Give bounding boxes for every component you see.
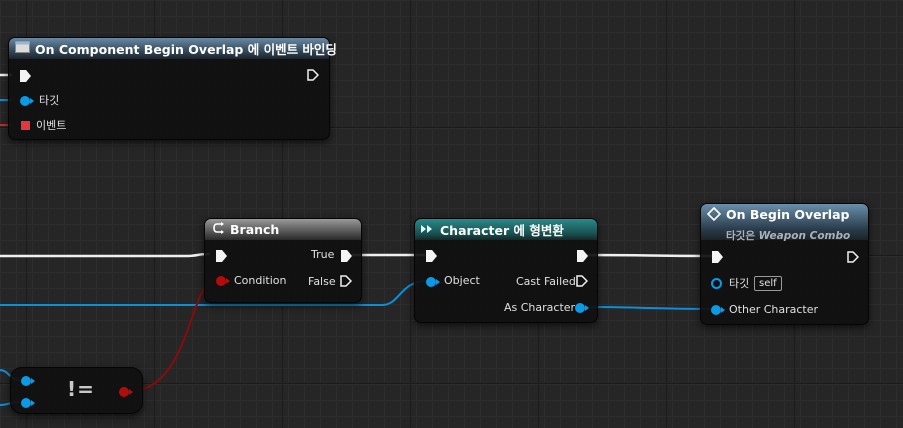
ne-output-pin[interactable] [119, 387, 133, 397]
bool-wire-condition[interactable] [129, 279, 216, 392]
exec-wire-cast-to-overlap[interactable] [585, 253, 713, 258]
target-pin[interactable] [20, 96, 34, 106]
condition-pin[interactable] [216, 276, 230, 286]
cast-exec-out-pin[interactable] [577, 250, 588, 262]
true-label: True [311, 248, 335, 261]
event-diamond-icon [706, 206, 722, 224]
exec-in-pin[interactable] [20, 70, 31, 82]
as-character-pin[interactable] [575, 303, 589, 313]
branch-icon [211, 222, 225, 237]
bind-event-header[interactable]: On Component Begin Overlap 에 이벤트 바인딩 [9, 38, 337, 59]
false-label: False [308, 275, 336, 288]
exec-out-pin[interactable] [307, 69, 319, 81]
event-label: 이벤트 [36, 119, 67, 132]
target-label: 타깃 [39, 94, 60, 107]
other-character-pin[interactable] [711, 305, 725, 315]
overlap-exec-in-pin[interactable] [712, 251, 723, 263]
event-delegate-pin[interactable] [21, 121, 30, 130]
branch-exec-in-pin[interactable] [216, 250, 227, 262]
cast-exec-in-pin[interactable] [426, 250, 437, 262]
exec-wire-branch-in[interactable] [0, 252, 211, 258]
overlap-exec-out-pin[interactable] [847, 251, 859, 263]
subtitle-prefix: 타깃은 [726, 230, 755, 242]
branch-title: Branch [230, 222, 280, 237]
object-pin[interactable] [426, 277, 440, 287]
cast-node[interactable]: Character 에 형변환 Object Cast Failed As Ch… [414, 218, 598, 323]
subtitle-target: Weapon Combo [758, 230, 851, 242]
object-label: Object [444, 274, 480, 287]
true-exec-pin[interactable] [341, 250, 352, 262]
bind-event-node[interactable]: On Component Begin Overlap 에 이벤트 바인딩 타깃 … [8, 37, 337, 140]
on-begin-overlap-node[interactable]: On Begin Overlap 타깃은 Weapon Combo 타깃 sel… [700, 203, 869, 325]
as-character-label: As Character [504, 301, 576, 314]
overlap-title: On Begin Overlap [726, 207, 850, 222]
not-equal-symbol: != [67, 377, 95, 401]
cast-header[interactable]: Character 에 형변환 [415, 219, 597, 240]
condition-label: Condition [234, 274, 287, 287]
branch-header[interactable]: Branch [205, 219, 361, 240]
cast-title: Character 에 형변환 [440, 223, 564, 238]
ne-input-b-pin[interactable] [21, 398, 35, 408]
overlap-subtitle: 타깃은 Weapon Combo [726, 228, 850, 243]
object-wire-as-character[interactable] [585, 306, 713, 310]
cast-failed-label: Cast Failed [516, 275, 576, 288]
bind-event-title: On Component Begin Overlap 에 이벤트 바인딩 [35, 42, 337, 57]
overlap-header[interactable]: On Begin Overlap 타깃은 Weapon Combo [701, 204, 868, 243]
overlap-target-pin[interactable] [711, 278, 722, 289]
function-icon [15, 41, 30, 56]
overlap-target-label: 타깃 [729, 277, 750, 290]
false-exec-pin[interactable] [340, 275, 352, 287]
other-character-label: Other Character [729, 303, 819, 316]
not-equal-node[interactable]: != [10, 367, 143, 414]
cast-failed-exec-pin[interactable] [576, 275, 588, 287]
self-value[interactable]: self [754, 276, 782, 291]
ne-input-a-pin[interactable] [21, 376, 35, 386]
cast-icon [421, 222, 435, 237]
branch-node[interactable]: Branch True Condition False [204, 218, 362, 303]
